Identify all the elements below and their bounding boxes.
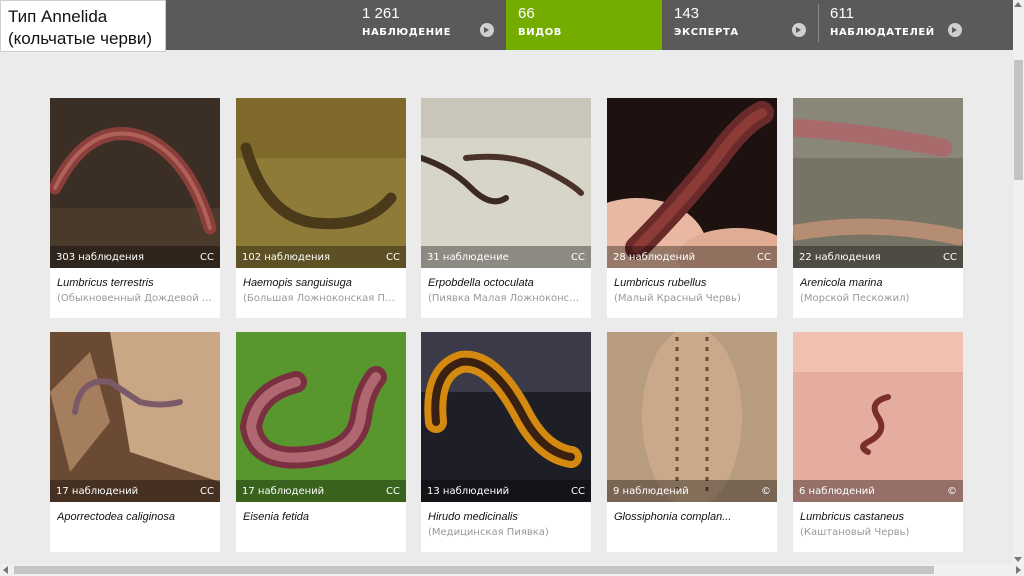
arrow-right-icon[interactable] [480, 23, 494, 37]
scroll-down-icon[interactable] [1014, 557, 1022, 562]
species-card-lumbricus-terrestris[interactable]: 303 наблюдения CC Lumbricus terrestris (… [50, 98, 220, 318]
scientific-name[interactable]: Glossiphonia complan... [614, 511, 770, 523]
species-photo[interactable]: 303 наблюдения CC [50, 98, 220, 268]
scroll-right-icon[interactable] [1016, 566, 1021, 574]
scroll-left-icon[interactable] [3, 566, 8, 574]
worm-photo-icon [793, 332, 963, 502]
common-name: (Обыкновенный Дождевой Червь) [57, 293, 213, 304]
stat-experts[interactable]: 143 ЭКСПЕРТА [674, 0, 808, 50]
scientific-name[interactable]: Eisenia fetida [243, 511, 399, 523]
stat-species-number: 66 [518, 5, 535, 22]
title-line-1: Тип Annelida [8, 7, 108, 26]
license-badge: CC [200, 486, 214, 497]
observation-count: 17 наблюдений [56, 486, 139, 497]
stat-species-label: ВИДОВ [518, 27, 563, 38]
worm-photo-icon [50, 98, 220, 268]
title-line-2: (кольчатые черви) [8, 29, 153, 48]
page-title: Тип Annelida (кольчатые черви) [0, 0, 166, 52]
species-photo[interactable]: 9 наблюдений © [607, 332, 777, 502]
stat-experts-label: ЭКСПЕРТА [674, 27, 739, 38]
stat-observations[interactable]: 1 261 НАБЛЮДЕНИЕ [362, 0, 506, 50]
species-photo[interactable]: 6 наблюдений © [793, 332, 963, 502]
license-badge: CC [200, 252, 214, 263]
observation-count: 303 наблюдения [56, 252, 145, 263]
license-badge: CC [943, 252, 957, 263]
scientific-name[interactable]: Erpobdella octoculata [428, 277, 584, 289]
license-badge: CC [571, 486, 585, 497]
species-photo[interactable]: 28 наблюдений CC [607, 98, 777, 268]
stat-observers[interactable]: 611 НАБЛЮДАТЕЛЕЙ [830, 0, 964, 50]
vertical-scrollbar[interactable] [1013, 0, 1024, 564]
worm-photo-icon [607, 98, 777, 268]
observation-count: 13 наблюдений [427, 486, 510, 497]
license-badge: CC [571, 252, 585, 263]
observation-count: 28 наблюдений [613, 252, 696, 263]
leech-photo-icon [421, 332, 591, 502]
horizontal-scrollbar[interactable] [0, 564, 1024, 576]
scientific-name[interactable]: Haemopis sanguisuga [243, 277, 399, 289]
observation-count: 17 наблюдений [242, 486, 325, 497]
observation-count: 31 наблюдение [427, 252, 509, 263]
license-badge: CC [757, 252, 771, 263]
species-card-hirudo-medicinalis[interactable]: 13 наблюдений CC Hirudo medicinalis (Мед… [421, 332, 591, 552]
species-photo[interactable]: 22 наблюдения CC [793, 98, 963, 268]
scrollbar-thumb[interactable] [1014, 60, 1023, 180]
scientific-name[interactable]: Hirudo medicinalis [428, 511, 584, 523]
leech-photo-icon [421, 98, 591, 268]
common-name: (Каштановый Червь) [800, 527, 910, 538]
scientific-name[interactable]: Lumbricus castaneus [800, 511, 956, 523]
observation-count: 6 наблюдений [799, 486, 875, 497]
scientific-name[interactable]: Lumbricus rubellus [614, 277, 770, 289]
species-card-lumbricus-castaneus[interactable]: 6 наблюдений © Lumbricus castaneus (Кашт… [793, 332, 963, 552]
species-card-arenicola-marina[interactable]: 22 наблюдения CC Arenicola marina (Морск… [793, 98, 963, 318]
worm-photo-icon [50, 332, 220, 502]
species-photo[interactable]: 17 наблюдений CC [50, 332, 220, 502]
copyright-icon: © [761, 486, 771, 497]
species-photo[interactable]: 31 наблюдение CC [421, 98, 591, 268]
observation-count: 9 наблюдений [613, 486, 689, 497]
stat-observers-label: НАБЛЮДАТЕЛЕЙ [830, 27, 935, 38]
header-divider [818, 4, 819, 42]
species-card-glossiphonia[interactable]: 9 наблюдений © Glossiphonia complan... [607, 332, 777, 552]
stat-observers-number: 611 [830, 5, 854, 22]
common-name: (Морской Пескожил) [800, 293, 910, 304]
stat-species[interactable]: 66 ВИДОВ [506, 0, 662, 50]
arrow-right-icon[interactable] [792, 23, 806, 37]
species-photo[interactable]: 102 наблюдения CC [236, 98, 406, 268]
leech-photo-icon [607, 332, 777, 502]
observation-count: 22 наблюдения [799, 252, 881, 263]
species-card-haemopis-sanguisuga[interactable]: 102 наблюдения CC Haemopis sanguisuga (Б… [236, 98, 406, 318]
scientific-name[interactable]: Lumbricus terrestris [57, 277, 213, 289]
species-card-eisenia-fetida[interactable]: 17 наблюдений CC Eisenia fetida [236, 332, 406, 552]
worm-photo-icon [236, 332, 406, 502]
species-card-aporrectodea-caliginosa[interactable]: 17 наблюдений CC Aporrectodea caliginosa [50, 332, 220, 552]
arrow-right-icon[interactable] [948, 23, 962, 37]
worm-photo-icon [793, 98, 963, 268]
common-name: (Медицинская Пиявка) [428, 527, 549, 538]
species-photo[interactable]: 13 наблюдений CC [421, 332, 591, 502]
copyright-icon: © [947, 486, 957, 497]
common-name: (Большая Ложноконская Пиявка) [243, 293, 399, 304]
scroll-up-icon[interactable] [1014, 2, 1022, 7]
scientific-name[interactable]: Arenicola marina [800, 277, 956, 289]
species-photo[interactable]: 17 наблюдений CC [236, 332, 406, 502]
leech-photo-icon [236, 98, 406, 268]
stat-experts-number: 143 [674, 5, 700, 22]
observation-count: 102 наблюдения [242, 252, 331, 263]
common-name: (Малый Красный Червь) [614, 293, 741, 304]
license-badge: CC [386, 486, 400, 497]
scrollbar-thumb[interactable] [14, 566, 934, 574]
license-badge: CC [386, 252, 400, 263]
scientific-name[interactable]: Aporrectodea caliginosa [57, 511, 213, 523]
stat-observations-number: 1 261 [362, 5, 400, 22]
species-card-lumbricus-rubellus[interactable]: 28 наблюдений CC Lumbricus rubellus (Мал… [607, 98, 777, 318]
common-name: (Пиявка Малая Ложноконская) [428, 293, 584, 304]
species-card-erpobdella-octoculata[interactable]: 31 наблюдение CC Erpobdella octoculata (… [421, 98, 591, 318]
